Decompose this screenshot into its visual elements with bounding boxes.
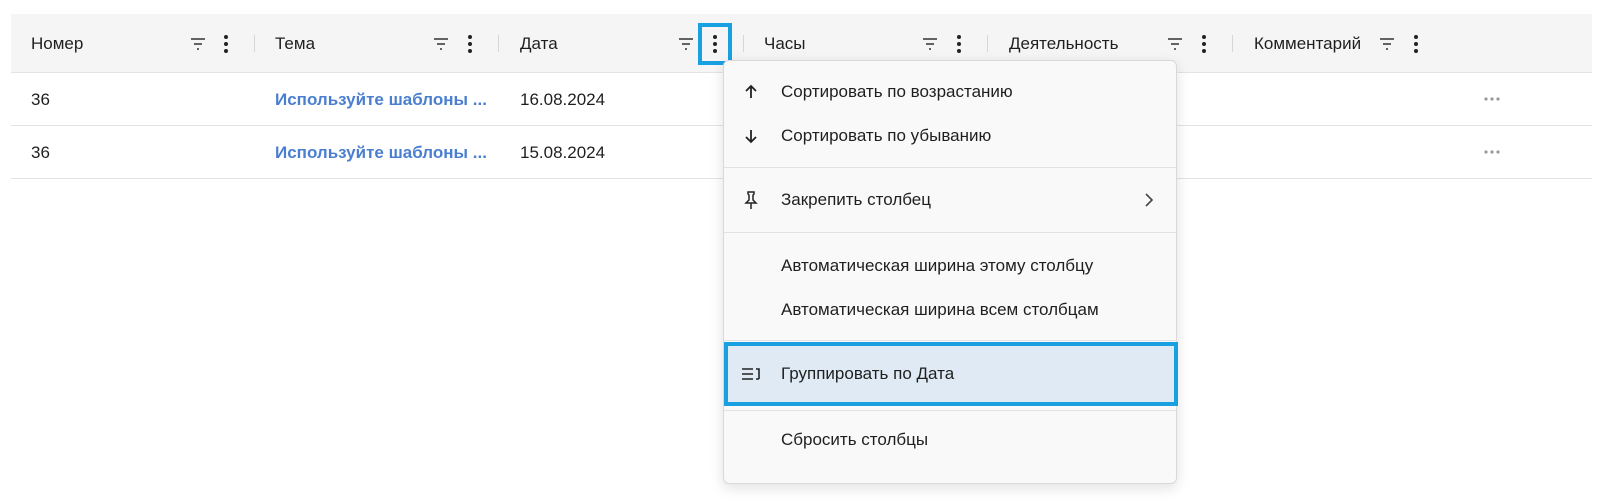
pin-icon [744, 191, 758, 209]
cell-topic-link[interactable]: Используйте шаблоны ... [275, 126, 487, 179]
column-separator[interactable] [498, 35, 499, 52]
menu-item-label: Группировать по Дата [781, 364, 955, 383]
cell-topic-link[interactable]: Используйте шаблоны ... [275, 73, 487, 126]
filter-icon[interactable] [677, 35, 695, 53]
filter-icon[interactable] [1378, 35, 1396, 53]
more-vertical-icon[interactable] [219, 33, 233, 55]
cell-number: 36 [31, 90, 50, 109]
column-header-comment[interactable]: Комментарий [1254, 14, 1361, 73]
menu-item-label: Сбросить столбцы [781, 430, 929, 449]
menu-divider [724, 410, 1178, 411]
group-icon [742, 368, 760, 380]
column-context-menu: Сортировать по возрастанию Сортировать п… [723, 60, 1178, 484]
menu-item-autosize-all-columns[interactable]: Автоматическая ширина всем столбцам [724, 288, 1178, 332]
column-separator[interactable] [987, 35, 988, 52]
more-vertical-icon[interactable] [698, 23, 732, 65]
menu-item-sort-ascending[interactable]: Сортировать по возрастанию [724, 70, 1178, 114]
cell-number: 36 [31, 143, 50, 162]
menu-item-label: Автоматическая ширина этому столбцу [781, 256, 1094, 275]
arrow-up-icon [745, 84, 757, 98]
filter-icon[interactable] [432, 35, 450, 53]
more-vertical-icon[interactable] [952, 33, 966, 55]
menu-divider [724, 167, 1178, 168]
menu-item-autosize-column[interactable]: Автоматическая ширина этому столбцу [724, 244, 1178, 288]
more-horizontal-icon[interactable] [1481, 143, 1503, 161]
column-separator[interactable] [1232, 35, 1233, 52]
filter-icon[interactable] [921, 35, 939, 53]
column-header-date[interactable]: Дата [520, 14, 558, 73]
filter-icon[interactable] [1166, 35, 1184, 53]
menu-item-label: Автоматическая ширина всем столбцам [781, 300, 1099, 319]
menu-item-label: Закрепить столбец [781, 190, 931, 209]
menu-divider [724, 232, 1178, 233]
menu-item-label: Сортировать по возрастанию [781, 82, 1013, 101]
menu-item-group-by-date[interactable]: Группировать по Дата [724, 342, 1178, 406]
cell-date: 15.08.2024 [520, 143, 606, 162]
column-header-topic[interactable]: Тема [275, 14, 315, 73]
menu-item-pin-column[interactable]: Закрепить столбец [724, 178, 1178, 222]
more-vertical-icon[interactable] [1409, 33, 1423, 55]
menu-item-reset-columns[interactable]: Сбросить столбцы [724, 418, 1178, 462]
more-horizontal-icon[interactable] [1481, 90, 1503, 108]
column-separator[interactable] [743, 35, 744, 52]
menu-item-sort-descending[interactable]: Сортировать по убыванию [724, 114, 1178, 158]
column-header-number[interactable]: Номер [31, 14, 83, 73]
more-vertical-icon[interactable] [1197, 33, 1211, 55]
arrow-down-icon [745, 130, 757, 144]
chevron-right-icon [1145, 193, 1154, 207]
more-vertical-icon[interactable] [463, 33, 477, 55]
menu-item-label: Сортировать по убыванию [781, 126, 992, 145]
filter-icon[interactable] [189, 35, 207, 53]
cell-date: 16.08.2024 [520, 90, 606, 109]
menu-divider [724, 340, 1178, 341]
column-separator[interactable] [254, 35, 255, 52]
